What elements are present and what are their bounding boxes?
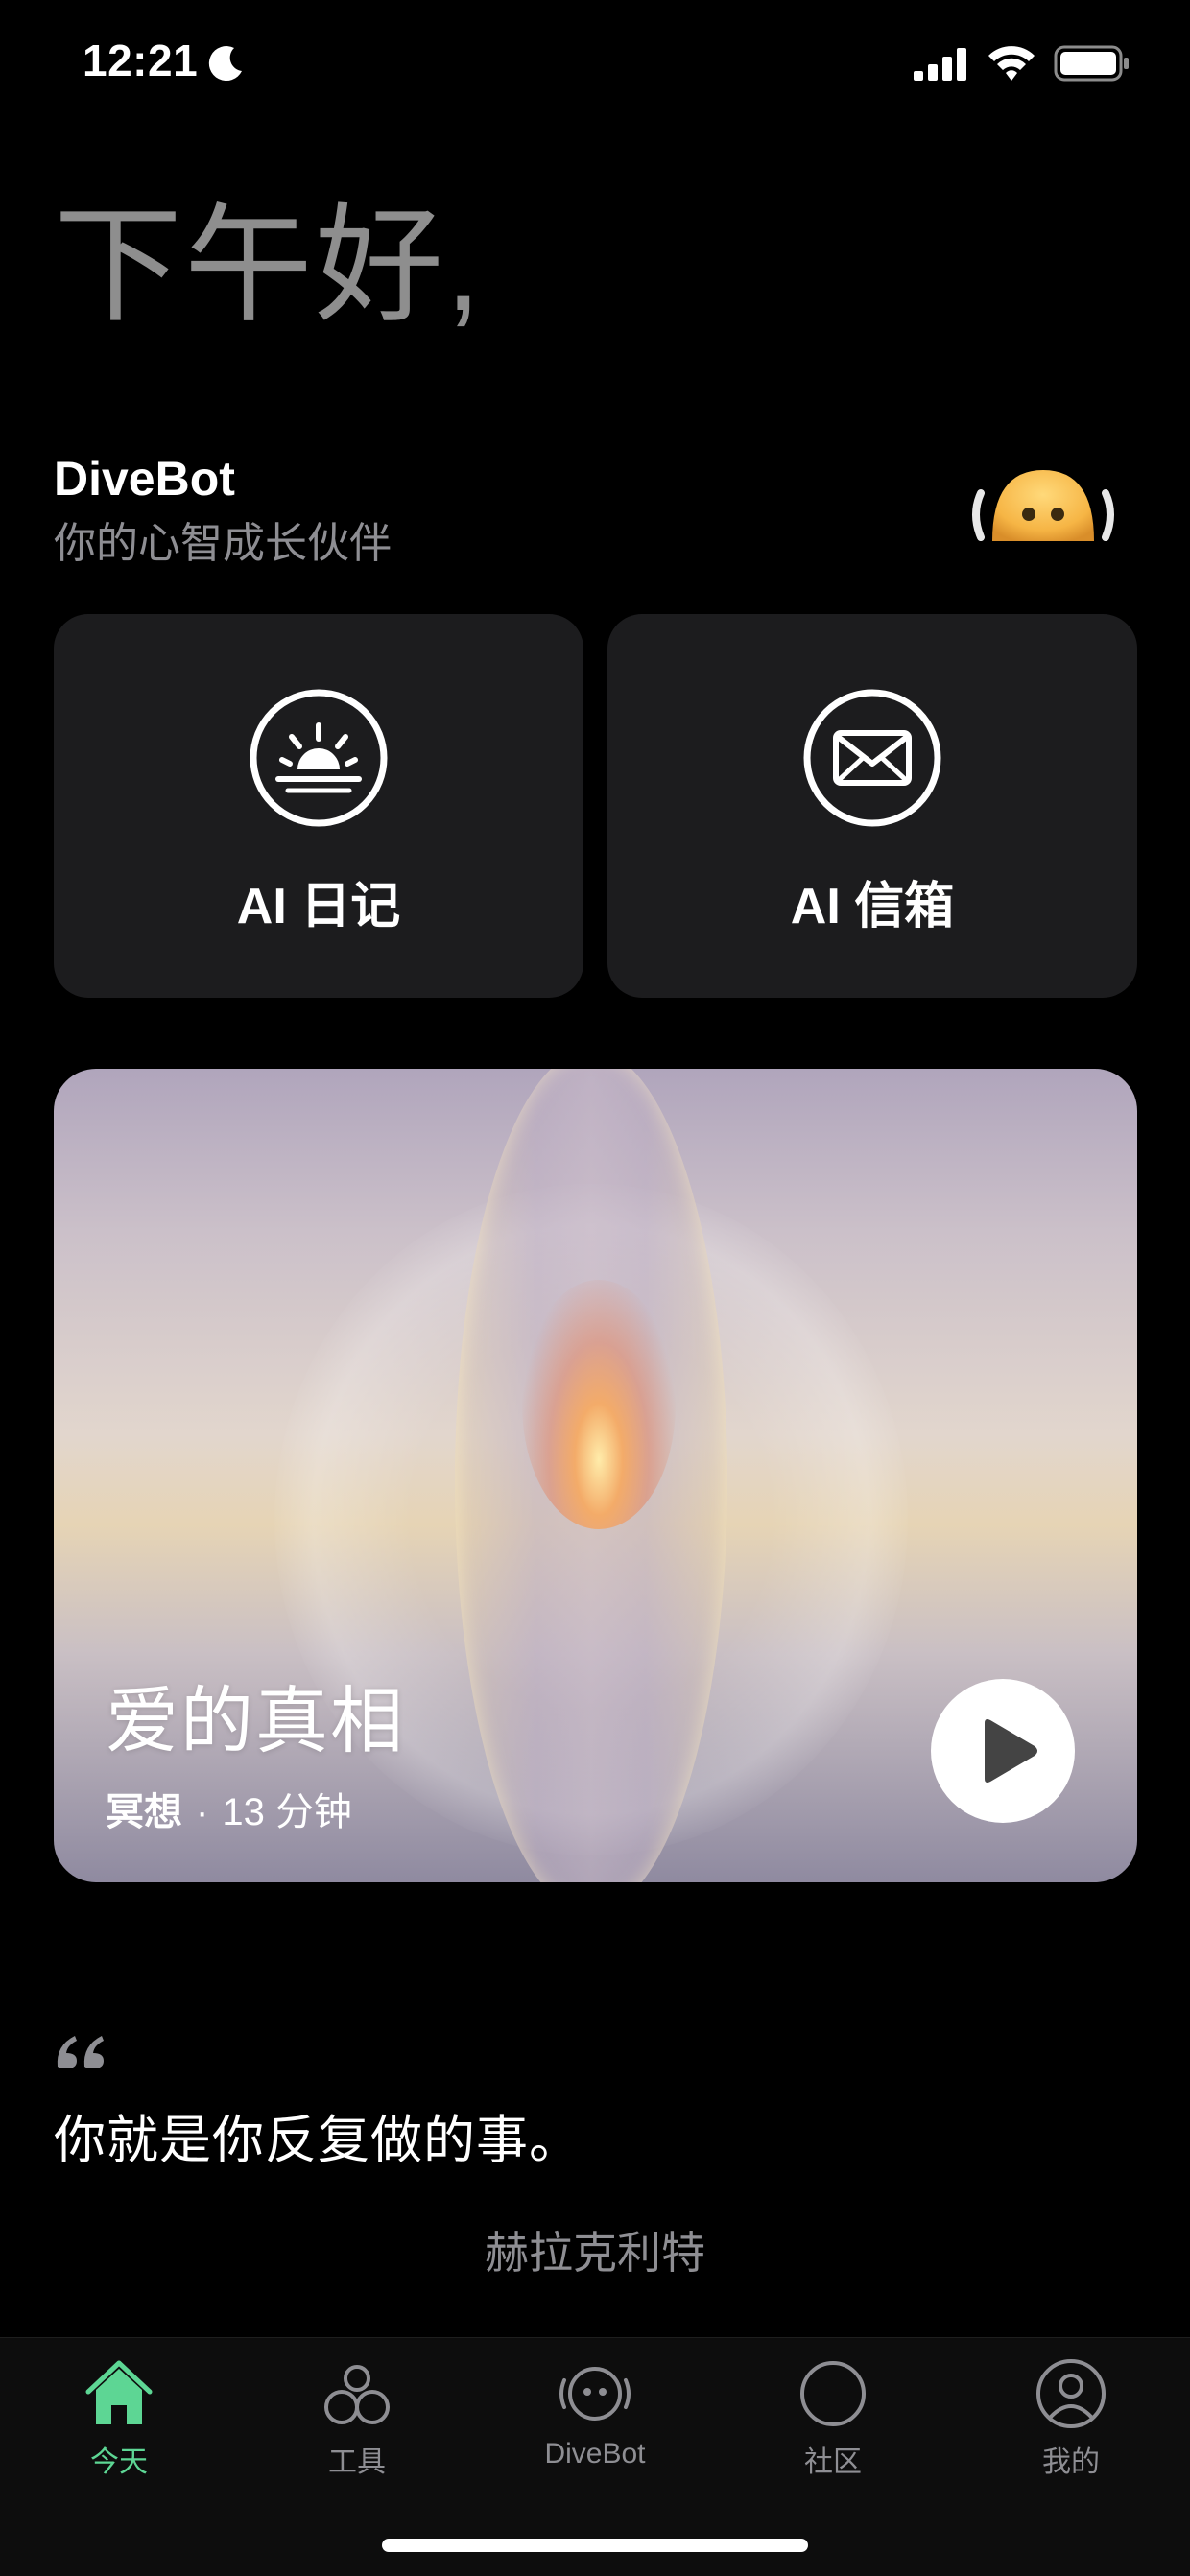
profile-icon [1036,2359,1106,2428]
ai-diary-label: AI 日记 [236,879,401,934]
tab-divebot-label: DiveBot [544,2438,646,2470]
play-icon [985,1719,1037,1783]
envelope-icon [803,689,941,827]
bot-tagline: 你的心智成长伙伴 [54,520,392,567]
meditation-card[interactable]: 爱的真相 冥想 · 13 分钟 [54,1069,1137,1882]
tab-divebot[interactable]: DiveBot [476,2338,714,2501]
quote-icon [57,2036,104,2068]
quote-text: 你就是你反复做的事。 [54,2112,582,2169]
status-time: 12:21 [83,35,199,85]
tab-community[interactable]: 社区 [714,2338,952,2501]
bot-name: DiveBot [54,452,235,506]
tab-profile[interactable]: 我的 [952,2338,1190,2501]
home-indicator[interactable] [382,2539,808,2552]
community-icon [800,2361,866,2426]
moon-icon [208,46,242,82]
ai-mailbox-label: AI 信箱 [790,879,955,934]
tab-community-label: 社区 [804,2446,862,2478]
sunrise-icon [250,689,388,827]
meditation-category: 冥想 [106,1791,182,1833]
divebot-icon [559,2367,631,2421]
bot-face-icon[interactable] [967,466,1119,562]
signal-icon [914,48,966,81]
meditation-meta: 冥想 · 13 分钟 [106,1781,352,1836]
greeting-title: 下午好, [54,195,484,338]
battery-icon [1054,45,1129,82]
meditation-duration: 13 分钟 [222,1791,352,1833]
play-button[interactable] [931,1679,1075,1823]
home-icon [85,2360,153,2424]
tools-icon [324,2365,390,2424]
tab-tools[interactable]: 工具 [238,2338,476,2501]
tab-today[interactable]: 今天 [0,2338,238,2501]
wifi-icon [988,46,1035,81]
tab-profile-label: 我的 [1042,2446,1100,2478]
flame-icon [522,1280,676,1529]
tab-today-label: 今天 [90,2446,148,2478]
quote-author: 赫拉克利特 [485,2228,705,2278]
tab-tools-label: 工具 [328,2446,386,2478]
meta-separator: · [196,1791,209,1833]
ai-diary-card[interactable]: AI 日记 [54,614,583,998]
meditation-title: 爱的真相 [106,1681,405,1762]
ai-mailbox-card[interactable]: AI 信箱 [607,614,1137,998]
